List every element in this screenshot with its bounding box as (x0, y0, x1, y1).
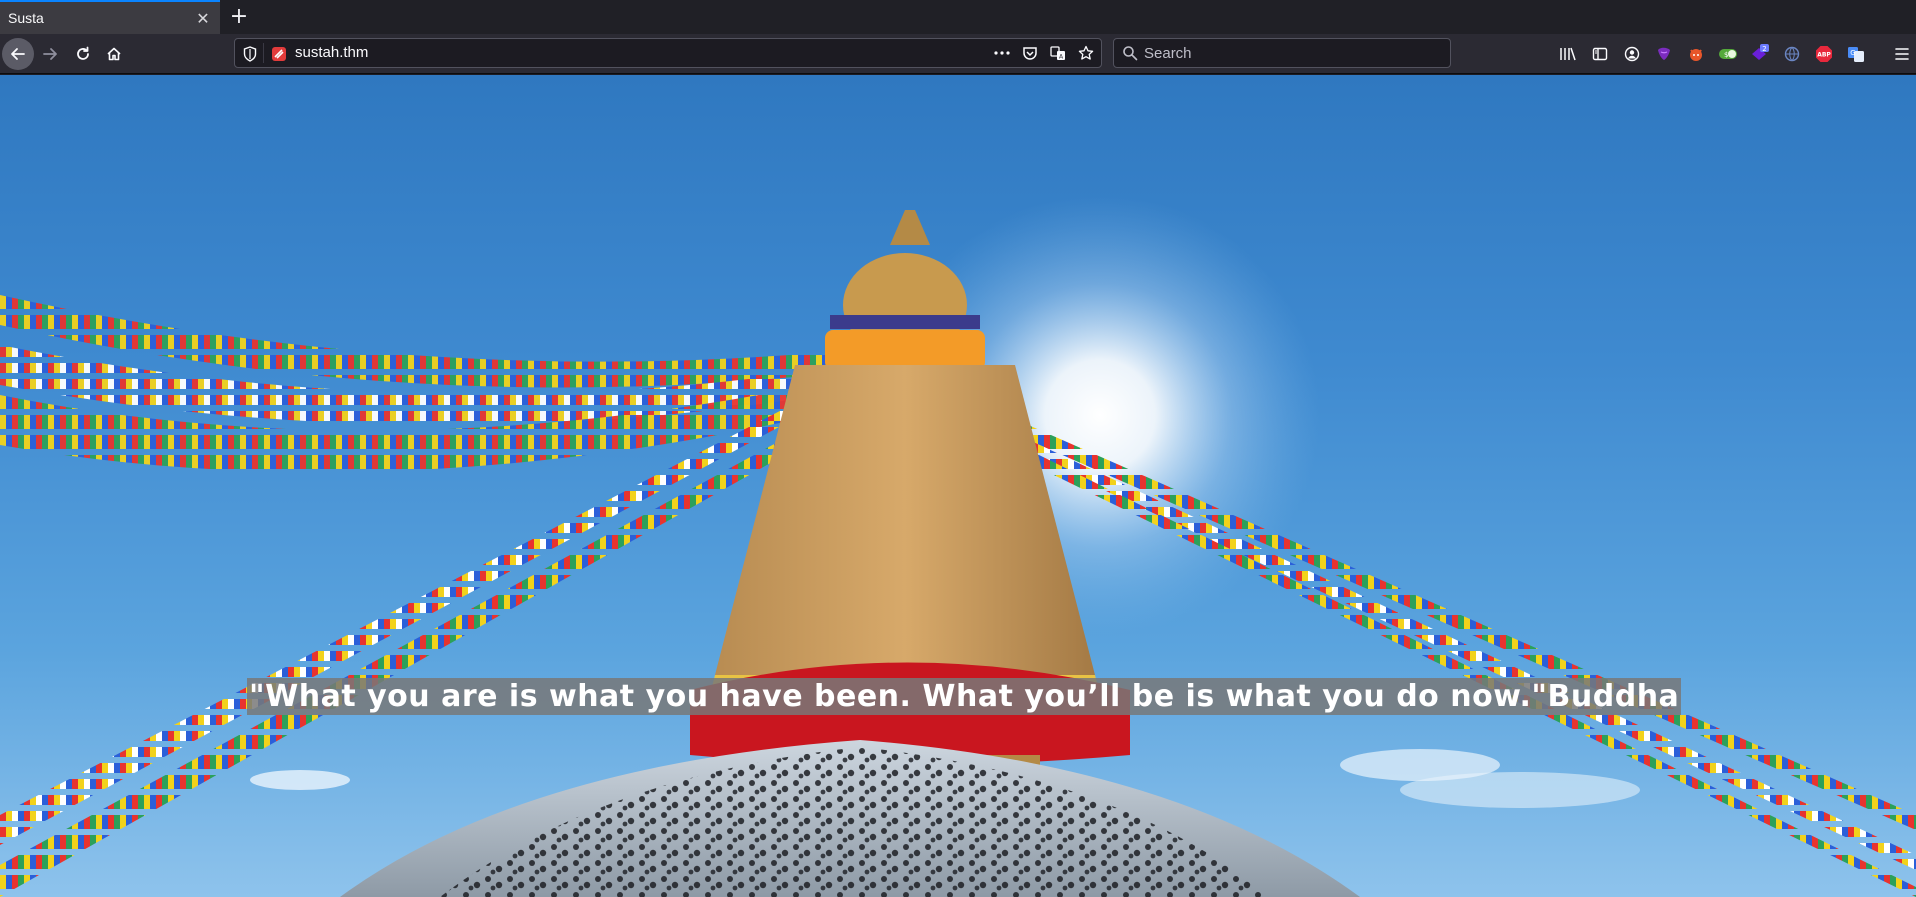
home-icon (107, 47, 121, 61)
extension-purple-icon[interactable] (1654, 44, 1674, 64)
new-tab-button[interactable]: + (228, 4, 250, 30)
forward-arrow-icon (43, 48, 57, 60)
url-text[interactable]: sustah.thm (295, 44, 368, 61)
navigation-toolbar: sustah.thm A Search $ 2 ABP G (0, 34, 1916, 74)
tab-active[interactable]: Susta ✕ (0, 0, 220, 34)
extension-badge-count: 2 (1762, 45, 1766, 53)
home-button[interactable] (98, 38, 130, 70)
reload-icon (77, 46, 89, 60)
bookmark-star-icon[interactable] (1077, 44, 1095, 62)
extension-badge-icon[interactable]: 2 (1750, 44, 1770, 64)
sidebar-icon[interactable] (1590, 44, 1610, 64)
extension-fox-icon[interactable] (1686, 44, 1706, 64)
url-divider (263, 43, 264, 63)
adblock-icon[interactable]: ABP (1814, 44, 1834, 64)
translate-ext-icon[interactable]: G (1846, 44, 1866, 64)
page-content: "What you are is what you have been. Wha… (0, 75, 1916, 897)
url-bar[interactable]: sustah.thm A (234, 38, 1102, 68)
pocket-icon[interactable] (1021, 44, 1039, 62)
tab-title: Susta (8, 10, 44, 26)
translate-icon[interactable]: A (1049, 44, 1067, 62)
extension-globe-icon[interactable] (1782, 44, 1802, 64)
search-input[interactable] (1144, 42, 1444, 64)
stupa-photo (0, 75, 1916, 897)
page-actions-icon[interactable] (993, 44, 1011, 62)
buddha-quote: "What you are is what you have been. Wha… (247, 678, 1682, 715)
tracking-shield-icon[interactable] (243, 46, 257, 62)
url-actions: A (993, 44, 1095, 62)
tab-close-icon[interactable]: ✕ (194, 9, 212, 28)
adblock-label: ABP (1817, 52, 1831, 59)
extension-toggle-icon[interactable]: $ (1718, 44, 1738, 64)
search-bar[interactable] (1113, 38, 1451, 68)
back-arrow-icon (11, 48, 25, 60)
menu-icon[interactable] (1892, 44, 1912, 64)
svg-text:$: $ (1724, 51, 1728, 59)
forward-button[interactable] (34, 38, 66, 70)
account-icon[interactable] (1622, 44, 1642, 64)
svg-text:G: G (1850, 49, 1855, 57)
reload-button[interactable] (67, 38, 99, 70)
back-button[interactable] (2, 38, 34, 70)
site-favicon-icon (272, 47, 286, 61)
library-icon[interactable] (1558, 44, 1578, 64)
tab-strip: Susta ✕ + (0, 0, 1916, 34)
search-icon (1123, 46, 1138, 61)
